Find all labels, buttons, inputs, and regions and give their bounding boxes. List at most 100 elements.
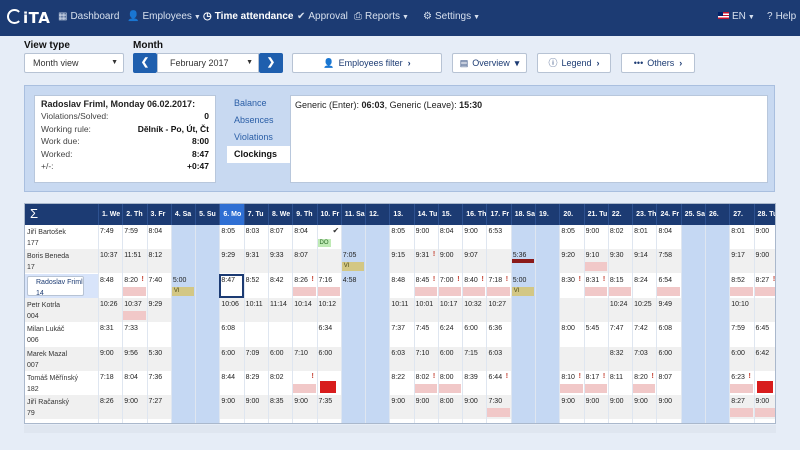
clocking-time[interactable]: 8:05 xyxy=(221,228,235,235)
clocking-time[interactable]: 8:17 xyxy=(586,374,600,381)
clocking-time[interactable]: 8:00 xyxy=(561,325,575,332)
clocking-time[interactable]: 8:35 xyxy=(270,398,284,405)
clocking-time[interactable]: 9:00 xyxy=(440,252,454,259)
clocking-time[interactable]: 8:44 xyxy=(221,374,235,381)
clocking-time[interactable]: 8:02 xyxy=(270,374,284,381)
clocking-time[interactable]: 7:36 xyxy=(149,374,163,381)
clocking-time[interactable]: 11:51 xyxy=(124,252,141,259)
day-header[interactable]: 6. Mo xyxy=(219,204,244,225)
clocking-time[interactable]: 7:58 xyxy=(658,252,672,259)
clocking-time[interactable]: 8:31 xyxy=(586,277,600,284)
nav-item-approval[interactable]: ✔ Approval xyxy=(297,11,348,22)
clocking-time[interactable]: 6:34 xyxy=(319,325,333,332)
clocking-time[interactable]: 9:17 xyxy=(731,252,745,259)
clocking-time[interactable]: 10:11 xyxy=(246,301,263,308)
others-button[interactable]: ••• Others › xyxy=(621,53,695,73)
clocking-time[interactable]: 9:00 xyxy=(100,350,114,357)
day-header[interactable]: 18. Sa xyxy=(510,204,535,225)
clocking-time[interactable]: 9:00 xyxy=(586,228,600,235)
clocking-time[interactable]: 6:00 xyxy=(731,350,745,357)
clocking-time[interactable]: 10:11 xyxy=(391,301,408,308)
clocking-time[interactable]: 7:10 xyxy=(416,350,430,357)
clocking-time[interactable]: 8:07 xyxy=(294,252,308,259)
clocking-time[interactable]: 7:47 xyxy=(610,325,624,332)
clocking-time[interactable]: 10:12 xyxy=(319,301,337,308)
clocking-time[interactable]: 5:36 xyxy=(513,252,527,259)
clocking-time[interactable]: 11:14 xyxy=(270,301,287,308)
day-header[interactable]: 28. Tu xyxy=(753,204,775,225)
clocking-time[interactable]: 10:14 xyxy=(294,301,312,308)
clocking-time[interactable]: 9:00 xyxy=(634,398,648,405)
clocking-time[interactable]: 8:02 xyxy=(610,228,624,235)
clocking-time[interactable]: 8:27 xyxy=(756,277,770,284)
clocking-time[interactable]: 10:24 xyxy=(610,301,628,308)
day-header[interactable]: 20. Mo xyxy=(559,204,583,239)
clocking-time[interactable]: 9:00 xyxy=(294,398,308,405)
day-header[interactable]: 7. Tu xyxy=(243,204,268,225)
clocking-time[interactable]: 6:00 xyxy=(221,350,235,357)
clocking-time[interactable]: 6:42 xyxy=(756,350,770,357)
clocking-time[interactable]: 9:00 xyxy=(246,398,260,405)
clocking-time[interactable]: 7:59 xyxy=(731,325,745,332)
employee-name[interactable]: Radoslav Friml 14 xyxy=(27,275,84,297)
clocking-time[interactable]: 7:05 xyxy=(343,252,357,259)
clocking-time[interactable]: 8:45 xyxy=(416,277,430,284)
clocking-time[interactable]: 9:00 xyxy=(221,398,235,405)
clocking-time[interactable]: 7:59 xyxy=(124,228,138,235)
clocking-time[interactable]: 6:53 xyxy=(488,228,502,235)
clocking-time[interactable]: 8:27 xyxy=(731,398,745,405)
clocking-time[interactable]: 8:32 xyxy=(610,350,624,357)
overview-button[interactable]: ▤ Overview ▾ xyxy=(452,53,527,73)
clocking-time[interactable]: 9:31 xyxy=(416,252,430,259)
clocking-time[interactable]: 10:37 xyxy=(100,252,118,259)
day-header[interactable]: 8. We xyxy=(267,204,292,225)
language-selector[interactable]: EN ▼ xyxy=(718,11,755,22)
clocking-time[interactable]: 8:05 xyxy=(561,228,575,235)
clocking-time[interactable]: 5:45 xyxy=(586,325,600,332)
next-month-button[interactable]: ❯ xyxy=(259,53,283,73)
clocking-time[interactable]: 10:01 xyxy=(416,301,434,308)
view-type-select[interactable]: Month view ▼ xyxy=(24,53,124,73)
clocking-time[interactable]: 9:00 xyxy=(464,228,478,235)
clocking-time[interactable]: 9:56 xyxy=(124,350,138,357)
clocking-time[interactable]: 8:04 xyxy=(440,228,454,235)
clocking-time[interactable]: 8:11 xyxy=(610,374,623,381)
clocking-time[interactable]: 8:29 xyxy=(246,374,260,381)
day-header[interactable]: 17. Fr xyxy=(486,204,510,225)
clocking-time[interactable]: 6:00 xyxy=(319,350,333,357)
prev-month-button[interactable]: ❮ xyxy=(133,53,157,73)
employee-name[interactable]: Milan Lukáč 006 xyxy=(27,324,64,346)
clocking-time[interactable]: 9:00 xyxy=(416,228,430,235)
employee-name[interactable]: Boris Beneda 17 xyxy=(27,251,69,273)
tab-violations[interactable]: Violations xyxy=(227,129,290,146)
clocking-time[interactable]: 9:00 xyxy=(658,398,672,405)
clocking-time[interactable]: 9:00 xyxy=(756,398,770,405)
employee-name[interactable]: Jiří Račanský 79 xyxy=(27,397,69,419)
clocking-time[interactable]: 8:07 xyxy=(270,228,284,235)
employee-name[interactable]: Marek Mazal 007 xyxy=(27,349,67,371)
clocking-time[interactable]: 6:00 xyxy=(270,350,284,357)
clocking-time[interactable]: 8:02 xyxy=(416,374,430,381)
day-header[interactable]: 16. Th xyxy=(462,204,486,225)
clocking-time[interactable]: 8:48 xyxy=(100,277,114,284)
clocking-time[interactable]: 7:33 xyxy=(124,325,138,332)
nav-item-employees[interactable]: 👤 Employees ▼ xyxy=(127,11,201,22)
clocking-time[interactable]: 8:07 xyxy=(658,374,672,381)
clocking-time[interactable]: 8:20 xyxy=(634,374,648,381)
clocking-time[interactable]: 5:00 xyxy=(513,277,527,284)
clocking-time[interactable]: 8:04 xyxy=(294,228,308,235)
clocking-time[interactable]: 6:08 xyxy=(221,325,235,332)
clocking-time[interactable]: 8:04 xyxy=(124,374,138,381)
clocking-time[interactable]: 8:00 xyxy=(440,374,454,381)
clocking-time[interactable]: 8:10 xyxy=(561,374,575,381)
clocking-time[interactable]: 7:37 xyxy=(391,325,405,332)
clocking-time[interactable]: 9:00 xyxy=(124,398,138,405)
clocking-time[interactable]: 8:12 xyxy=(149,252,163,259)
clocking-time[interactable]: 9:00 xyxy=(561,398,575,405)
clocking-time[interactable]: 7:27 xyxy=(149,398,163,405)
clocking-time[interactable]: 7:09 xyxy=(246,350,260,357)
clocking-time[interactable]: 8:04 xyxy=(149,228,163,235)
clocking-time[interactable]: 6:03 xyxy=(391,350,405,357)
clocking-time[interactable]: 8:15 xyxy=(610,277,624,284)
clocking-time[interactable]: 9:00 xyxy=(610,398,624,405)
